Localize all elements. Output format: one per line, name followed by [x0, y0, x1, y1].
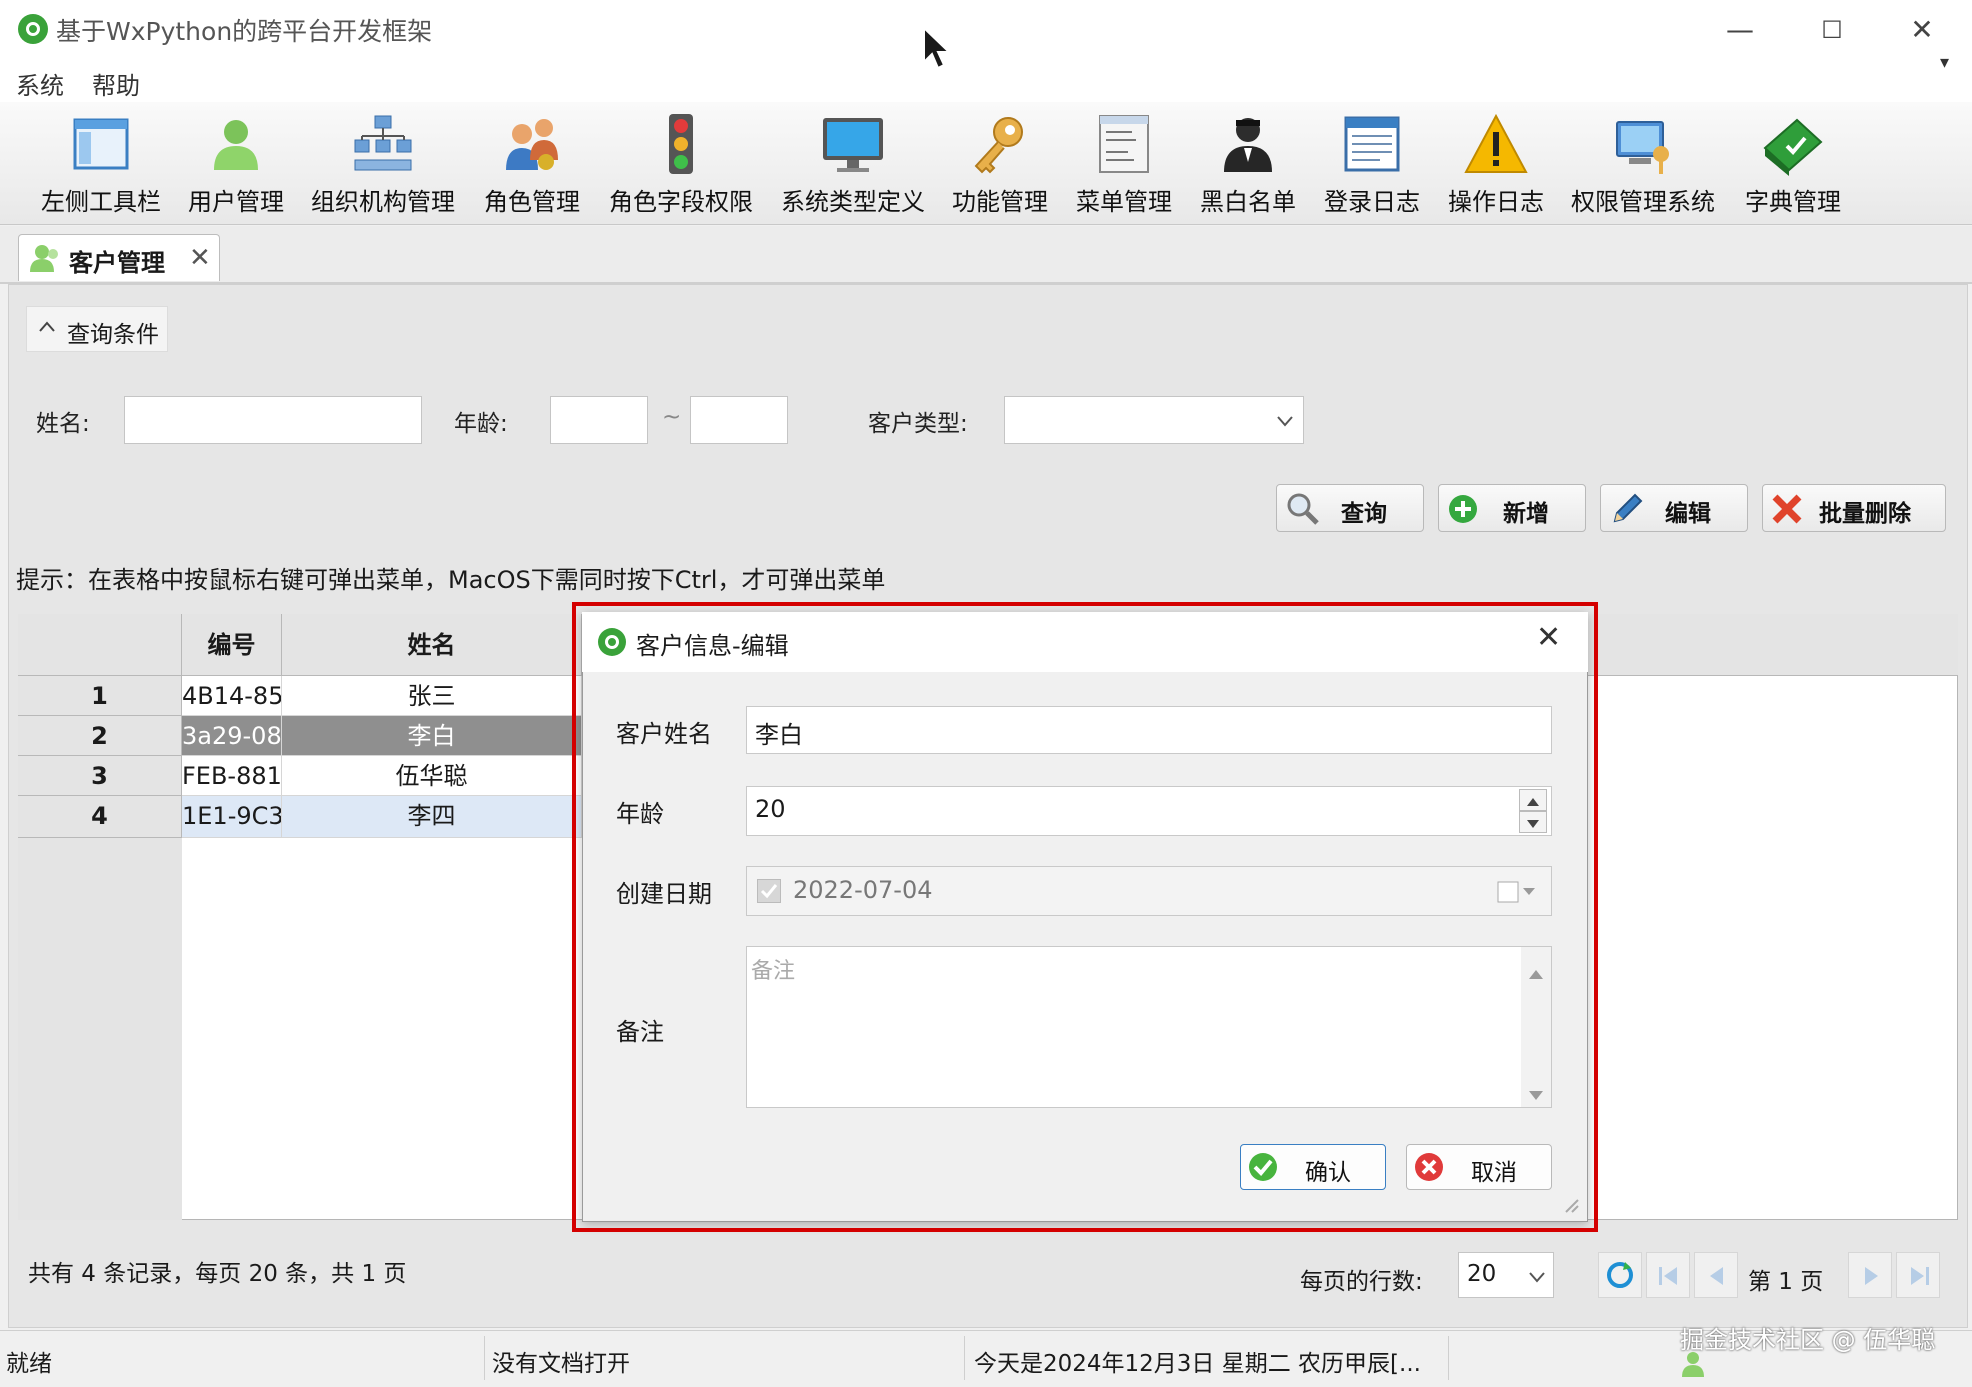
next-page-icon: [1861, 1265, 1881, 1291]
table-cell-name[interactable]: 李白: [282, 716, 582, 756]
maximize-button[interactable]: ☐: [1812, 12, 1852, 48]
record-summary: 共有 4 条记录，每页 20 条，共 1 页: [28, 1261, 407, 1287]
red-x-icon: [1771, 493, 1803, 529]
chevron-down-icon: [1527, 1267, 1547, 1291]
window-title: 基于WxPython的跨平台开发框架: [56, 17, 433, 46]
grid-column-header-name[interactable]: 姓名: [282, 614, 582, 676]
tool-function-management[interactable]: 功能管理: [948, 108, 1052, 218]
age-range-separator: ~: [662, 404, 682, 430]
warning-icon: [1464, 112, 1528, 176]
tool-org-management[interactable]: 组织机构管理: [308, 108, 458, 218]
computer-key-icon: [1611, 112, 1675, 176]
next-page-button[interactable]: [1848, 1252, 1892, 1298]
watermark: 掘金技术社区 @ 伍华聪: [1680, 1326, 1936, 1354]
current-page: 第 1 页: [1748, 1269, 1824, 1295]
table-cell-id[interactable]: 3a29-082: [182, 716, 282, 756]
tool-role-field-permission[interactable]: 角色字段权限: [606, 108, 756, 218]
blacklist-user-icon: [1216, 112, 1280, 176]
dialog-highlight-frame: [572, 602, 1598, 1232]
table-cell-id[interactable]: FEB-881: [182, 756, 282, 796]
tool-dictionary-management[interactable]: 字典管理: [1738, 108, 1848, 218]
tool-left-toolbar[interactable]: 左侧工具栏: [34, 108, 168, 218]
last-page-icon: [1907, 1265, 1931, 1291]
tab-strip: 客户管理 ✕: [0, 226, 1972, 284]
first-page-button[interactable]: [1646, 1252, 1690, 1298]
monitor-icon: [821, 112, 885, 176]
status-document: 没有文档打开: [492, 1351, 630, 1377]
user-icon: [204, 112, 268, 176]
row-number[interactable]: 3: [18, 756, 182, 796]
search-button[interactable]: 查询: [1276, 484, 1424, 532]
rows-per-page-select[interactable]: 20: [1458, 1252, 1554, 1298]
row-number[interactable]: 4: [18, 796, 182, 838]
chevron-up-icon: [37, 317, 57, 341]
tool-permission-system[interactable]: 权限管理系统: [1568, 108, 1718, 218]
table-cell-id[interactable]: 1E1-9C3: [182, 796, 282, 838]
table-cell-name[interactable]: 伍华聪: [282, 756, 582, 796]
tool-login-log[interactable]: 登录日志: [1320, 108, 1424, 218]
customer-icon: [29, 243, 61, 277]
grid-column-header-id[interactable]: 编号: [182, 614, 282, 676]
status-date: 今天是2024年12月3日 星期二 农历甲辰[...: [974, 1351, 1421, 1377]
magnifier-icon: [1285, 491, 1321, 531]
row-number[interactable]: 1: [18, 676, 182, 716]
plus-circle-icon: [1447, 493, 1479, 529]
chevron-down-icon: [1275, 411, 1295, 435]
pencil-icon: [1609, 491, 1645, 531]
age-label: 年龄:: [454, 411, 508, 437]
batch-delete-button[interactable]: 批量删除: [1762, 484, 1946, 532]
table-cell-id[interactable]: 4B14-85A: [182, 676, 282, 716]
add-button[interactable]: 新增: [1438, 484, 1586, 532]
menu-help[interactable]: 帮助: [92, 66, 140, 101]
rows-per-page-label: 每页的行数:: [1300, 1269, 1423, 1295]
tool-user-management[interactable]: 用户管理: [184, 108, 288, 218]
minimize-button[interactable]: —: [1720, 12, 1760, 48]
tool-black-white-list[interactable]: 黑白名单: [1196, 108, 1300, 218]
log-doc-icon: [1340, 112, 1404, 176]
grid-corner-header: [18, 614, 182, 676]
table-cell-name[interactable]: 张三: [282, 676, 582, 716]
app-logo-icon: [18, 14, 48, 44]
tab-close-icon[interactable]: ✕: [189, 243, 211, 273]
org-chart-icon: [351, 112, 415, 176]
first-page-icon: [1657, 1265, 1681, 1291]
last-page-button[interactable]: [1896, 1252, 1940, 1298]
mouse-cursor-icon: [922, 25, 952, 74]
status-divider: [964, 1336, 965, 1380]
age-from-input[interactable]: [550, 396, 648, 444]
keys-icon: [968, 112, 1032, 176]
refresh-button[interactable]: [1598, 1252, 1642, 1298]
roles-icon: [500, 112, 564, 176]
tool-operation-log[interactable]: 操作日志: [1444, 108, 1548, 218]
edit-button[interactable]: 编辑: [1600, 484, 1748, 532]
tool-menu-management[interactable]: 菜单管理: [1072, 108, 1176, 218]
table-cell-name[interactable]: 李四: [282, 796, 582, 838]
window-icon: [69, 112, 133, 176]
status-divider: [1448, 1336, 1449, 1380]
tab-customer-management[interactable]: 客户管理 ✕: [18, 234, 220, 281]
prev-page-icon: [1707, 1265, 1727, 1291]
status-divider: [484, 1336, 485, 1380]
name-input[interactable]: [124, 396, 422, 444]
prev-page-button[interactable]: [1694, 1252, 1738, 1298]
menu-doc-icon: [1092, 112, 1156, 176]
customer-type-select[interactable]: [1004, 396, 1304, 444]
menu-bar: [0, 62, 1972, 102]
hint-text: 提示：在表格中按鼠标右键可弹出菜单，MacOS下需同时按下Ctrl，才可弹出菜单: [16, 566, 886, 594]
menu-system[interactable]: 系统: [16, 66, 64, 101]
close-button[interactable]: ✕: [1902, 12, 1942, 48]
query-conditions-toggle[interactable]: 查询条件: [26, 306, 168, 352]
name-label: 姓名:: [36, 411, 90, 437]
traffic-light-icon: [649, 112, 713, 176]
tool-system-type-definition[interactable]: 系统类型定义: [778, 108, 928, 218]
status-ready: 就绪: [6, 1351, 52, 1377]
book-icon: [1761, 112, 1825, 176]
tool-role-management[interactable]: 角色管理: [480, 108, 584, 218]
refresh-icon: [1605, 1260, 1635, 1294]
customer-type-label: 客户类型:: [868, 411, 968, 437]
row-number[interactable]: 2: [18, 716, 182, 756]
toolbar-overflow-button[interactable]: ▾: [1940, 52, 1949, 73]
age-to-input[interactable]: [690, 396, 788, 444]
